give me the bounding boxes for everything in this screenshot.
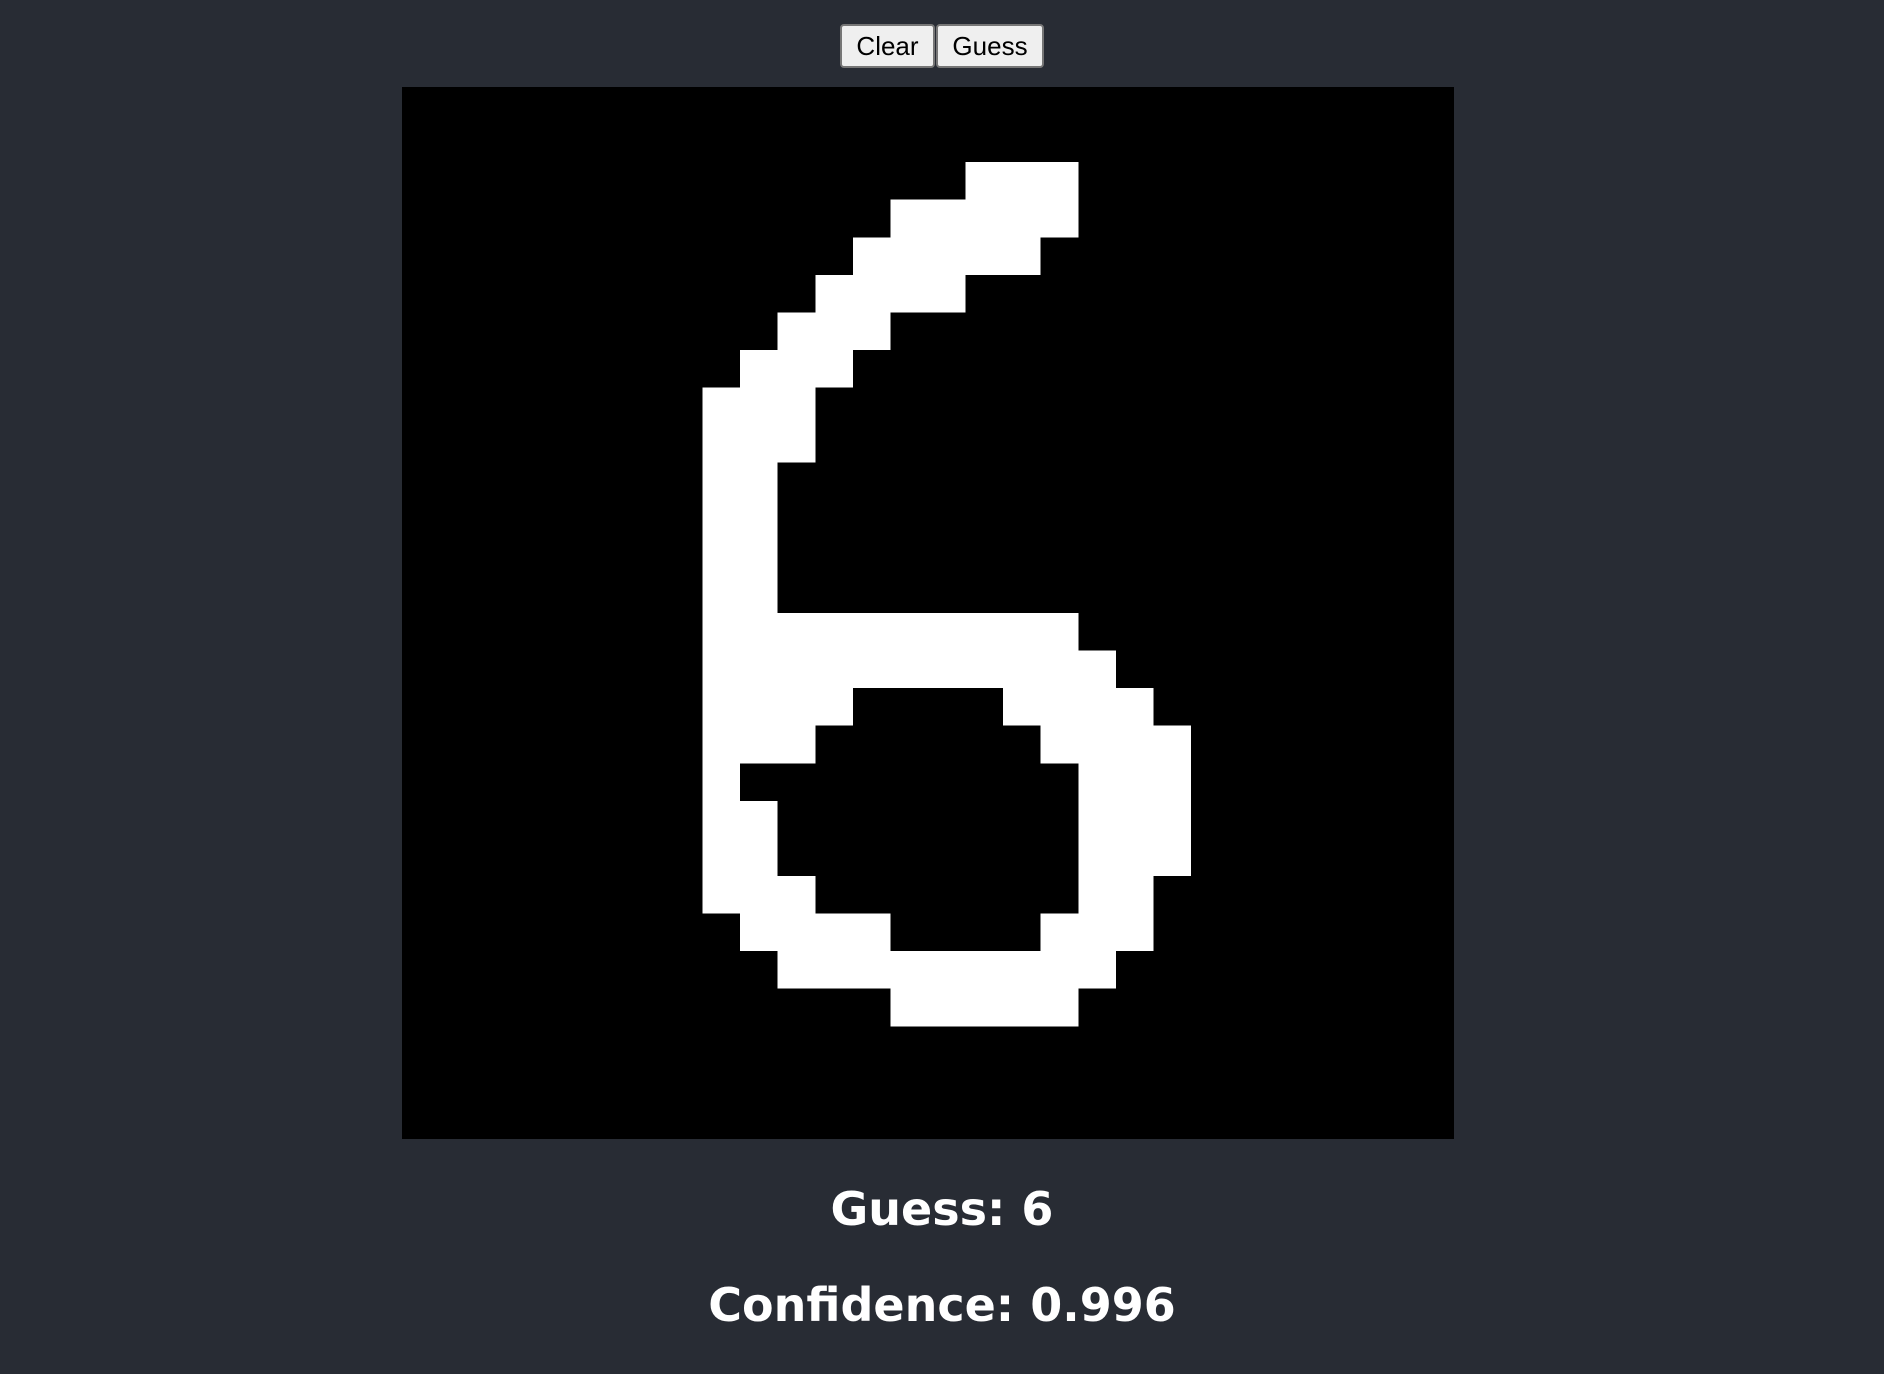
- ink-pixel-run: [702, 387, 816, 426]
- ink-pixel-run: [1078, 838, 1191, 876]
- digit-recognizer-app: Clear Guess Guess: 6 Confidence: 0.996: [0, 0, 1884, 1374]
- ink-pixel-run: [1003, 688, 1154, 726]
- ink-pixel-run: [702, 763, 741, 801]
- ink-pixel-run: [740, 350, 853, 388]
- ink-pixel-run: [702, 613, 1079, 651]
- ink-pixel-run: [965, 162, 1079, 200]
- ink-pixel-run: [852, 237, 1041, 275]
- drawing-canvas[interactable]: [402, 87, 1454, 1139]
- confidence-result: Confidence: 0.996: [708, 1278, 1176, 1332]
- ink-pixel-run: [702, 838, 778, 876]
- drawn-digit: [402, 87, 1454, 1139]
- ink-pixel-run: [890, 988, 1079, 1027]
- ink-pixel-run: [1040, 725, 1191, 764]
- ink-pixel-run: [777, 951, 1116, 989]
- ink-pixel-run: [702, 462, 778, 501]
- ink-pixel-run: [702, 575, 778, 613]
- ink-pixel-run: [702, 537, 778, 576]
- ink-pixel-run: [702, 876, 816, 914]
- ink-pixel-run: [702, 500, 778, 538]
- ink-pixel-run: [702, 650, 1116, 689]
- ink-pixel-run: [740, 913, 891, 952]
- ink-pixel-run: [1078, 800, 1191, 839]
- ink-pixel-run: [1078, 876, 1154, 914]
- control-bar: Clear Guess: [0, 24, 1884, 68]
- ink-pixel-run: [702, 688, 853, 726]
- guess-result: Guess: 6: [830, 1182, 1054, 1236]
- guess-button[interactable]: Guess: [936, 24, 1044, 68]
- ink-pixel-run: [777, 312, 891, 350]
- ink-pixel-run: [890, 199, 1079, 238]
- ink-pixel-run: [815, 274, 966, 313]
- ink-pixel-run: [702, 725, 816, 764]
- ink-pixel-run: [702, 800, 778, 839]
- clear-button[interactable]: Clear: [840, 24, 935, 68]
- ink-pixel-run: [1040, 913, 1154, 952]
- ink-pixel-run: [702, 425, 816, 463]
- ink-pixel-run: [1078, 763, 1191, 801]
